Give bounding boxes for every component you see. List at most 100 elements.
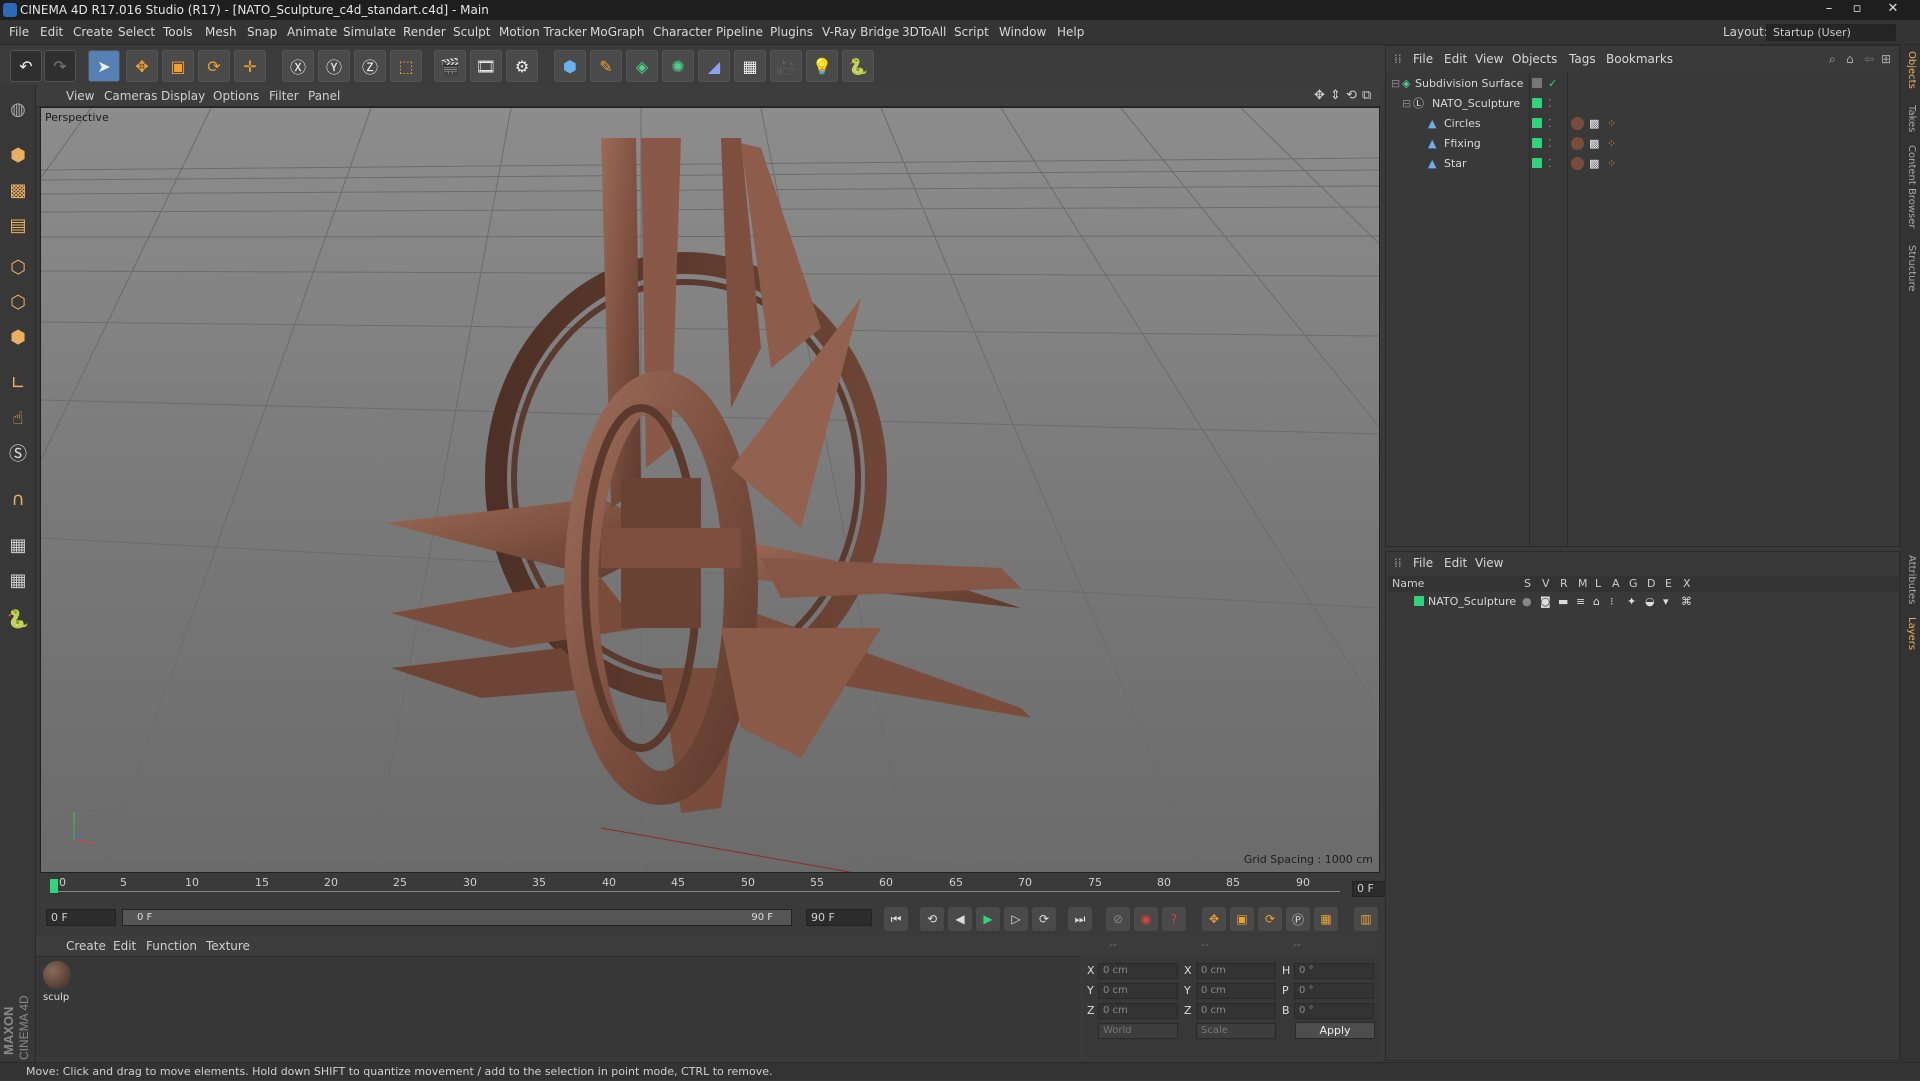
new-view-icon[interactable]: ⊞ (1881, 46, 1891, 72)
object-menu-file[interactable]: File (1413, 46, 1433, 72)
close-button[interactable]: ✕ (1880, 0, 1906, 18)
column-deformers[interactable]: D (1647, 576, 1655, 592)
lock-toggle-icon[interactable]: ⌂ (1593, 592, 1600, 611)
viewport-menu-panel[interactable]: Panel (308, 85, 340, 107)
solo-toggle-icon[interactable]: ● (1522, 592, 1532, 611)
python-script-icon[interactable]: 🐍 (2, 603, 34, 635)
column-xref[interactable]: X (1683, 576, 1691, 592)
next-key-icon[interactable]: ⟳ (1032, 907, 1056, 931)
uvw-tag-icon[interactable]: ▩ (1589, 154, 1599, 173)
layer-menu-view[interactable]: View (1475, 552, 1503, 574)
tree-row-nato-sculpture[interactable]: ⊟ Ⓛ NATO_Sculpture ⁚ (1386, 94, 1899, 113)
make-editable-icon[interactable]: ◍ (2, 93, 34, 125)
deformer-icon[interactable]: ◢ (698, 50, 730, 82)
transform-tool-icon[interactable]: ✛ (234, 50, 266, 82)
tree-row-circles[interactable]: ▲ Circles ⁚ ▩ ⁘ (1386, 114, 1899, 133)
column-name[interactable]: Name (1392, 576, 1424, 592)
menu-mograph[interactable]: MoGraph (590, 20, 645, 45)
menu-edit[interactable]: Edit (40, 20, 63, 45)
playhead-marker[interactable] (50, 879, 58, 893)
coordinate-space-select[interactable]: World (1098, 1023, 1178, 1039)
coordinate-mode-select[interactable]: Scale (1196, 1023, 1276, 1039)
y-axis-lock-icon[interactable]: Ⓨ (318, 50, 350, 82)
spline-pen-icon[interactable]: ✎ (590, 50, 622, 82)
redo-icon[interactable]: ↷ (44, 50, 76, 82)
object-name[interactable]: NATO_Sculpture (1432, 94, 1520, 113)
render-picture-viewer-icon[interactable]: 🎞 (470, 50, 502, 82)
record-keys-icon[interactable]: ⊘ (1106, 907, 1130, 931)
expression-toggle-icon[interactable]: ▾ (1663, 592, 1669, 611)
object-menu-objects[interactable]: Objects (1512, 46, 1557, 72)
object-menu-view[interactable]: View (1475, 46, 1503, 72)
rot-h-field[interactable]: 0 ° (1294, 963, 1374, 979)
menu-sculpt[interactable]: Sculpt (453, 20, 490, 45)
render-view-icon[interactable]: 🎬 (434, 50, 466, 82)
menu-help[interactable]: Help (1057, 20, 1084, 45)
tree-row-fixing[interactable]: ▲ Ffixing ⁚ ▩ ⁘ (1386, 134, 1899, 153)
layer-color-swatch[interactable] (1532, 158, 1542, 168)
column-generators[interactable]: G (1629, 576, 1638, 592)
menu-tools[interactable]: Tools (163, 20, 193, 45)
object-name[interactable]: Ffixing (1444, 134, 1481, 153)
manager-toggle-icon[interactable]: ≡ (1576, 592, 1585, 611)
column-manager[interactable]: M (1578, 576, 1588, 592)
menu-render[interactable]: Render (403, 20, 446, 45)
undo-icon[interactable]: ↶ (10, 50, 42, 82)
panel-grip-icon[interactable]: ⁞⁞ (1394, 552, 1402, 574)
menu-motion-tracker[interactable]: Motion Tracker (499, 20, 587, 45)
tab-attributes[interactable]: Attributes (1903, 555, 1917, 604)
timeline-ruler[interactable]: 0 5 10 15 20 25 30 35 40 45 50 55 60 65 … (36, 873, 1414, 903)
menu-vray-bridge[interactable]: V-Ray Bridge (822, 20, 899, 45)
menu-create[interactable]: Create (73, 20, 113, 45)
viewport-zoom-icon[interactable]: ⇕ (1330, 85, 1341, 107)
frame-range-slider[interactable]: 0 F 90 F (122, 909, 792, 926)
phong-tag-icon[interactable]: ⁘ (1607, 134, 1616, 153)
material-menu-texture[interactable]: Texture (206, 935, 250, 957)
3d-viewport[interactable]: Perspective Grid Spacing : 1000 cm (40, 107, 1380, 873)
viewport-rotate-icon[interactable]: ⟲ (1346, 85, 1357, 107)
menu-3dtoall[interactable]: 3DToAll (902, 20, 946, 45)
python-icon[interactable]: 🐍 (842, 50, 874, 82)
material-menu-edit[interactable]: Edit (113, 935, 136, 957)
material-swatch[interactable] (43, 961, 71, 989)
viewport-menu-display[interactable]: Display (161, 85, 205, 107)
viewport-maximize-icon[interactable]: ⧉ (1362, 85, 1371, 107)
layer-menu-edit[interactable]: Edit (1444, 552, 1467, 574)
uvw-tag-icon[interactable]: ▩ (1589, 114, 1599, 133)
collapse-icon[interactable]: ⊟ (1391, 74, 1400, 93)
layer-color-swatch[interactable] (1532, 98, 1542, 108)
material-menu-function[interactable]: Function (146, 935, 197, 957)
object-name[interactable]: Subdivision Surface (1415, 74, 1523, 93)
material-tag-icon[interactable] (1571, 117, 1584, 130)
key-rotation-icon[interactable]: ⟳ (1258, 907, 1282, 931)
camera-label[interactable]: Perspective (45, 111, 109, 124)
goto-start-icon[interactable]: ⏮ (884, 907, 908, 931)
key-pla-icon[interactable]: ▦ (1314, 907, 1338, 931)
layer-color-swatch[interactable] (1414, 596, 1424, 606)
material-menu-create[interactable]: Create (66, 935, 106, 957)
polygons-mode-icon[interactable]: ⬢ (2, 321, 34, 353)
size-y-field[interactable]: 0 cm (1196, 983, 1276, 999)
select-cursor-icon[interactable]: ➤ (88, 50, 120, 82)
pos-z-field[interactable]: 0 cm (1098, 1003, 1178, 1019)
menu-snap[interactable]: Snap (247, 20, 277, 45)
layer-menu-file[interactable]: File (1413, 552, 1433, 574)
uvw-tag-icon[interactable]: ▩ (1589, 134, 1599, 153)
menu-pipeline[interactable]: Pipeline (716, 20, 763, 45)
nato-sculpture-model[interactable] (41, 108, 1380, 873)
axis-mode-icon[interactable]: ∟ (2, 367, 34, 399)
layer-icon[interactable] (1532, 78, 1542, 88)
menu-window[interactable]: Window (999, 20, 1046, 45)
tab-layers[interactable]: Layers (1903, 617, 1917, 650)
menu-script[interactable]: Script (954, 20, 989, 45)
viewport-menu-cameras[interactable]: Cameras (104, 85, 157, 107)
menu-animate[interactable]: Animate (287, 20, 337, 45)
visibility-dots-icon[interactable]: ⁚ (1548, 94, 1552, 113)
light-icon[interactable]: 💡 (806, 50, 838, 82)
layer-color-swatch[interactable] (1532, 118, 1542, 128)
timeline-window-icon[interactable]: ▥ (1354, 907, 1378, 931)
tree-row-subdivision-surface[interactable]: ⊟ ◈ Subdivision Surface ✓ (1386, 74, 1899, 93)
rotate-tool-icon[interactable]: ⟳ (198, 50, 230, 82)
goto-end-icon[interactable]: ⏭ (1068, 907, 1092, 931)
tab-structure[interactable]: Structure (1903, 245, 1917, 292)
